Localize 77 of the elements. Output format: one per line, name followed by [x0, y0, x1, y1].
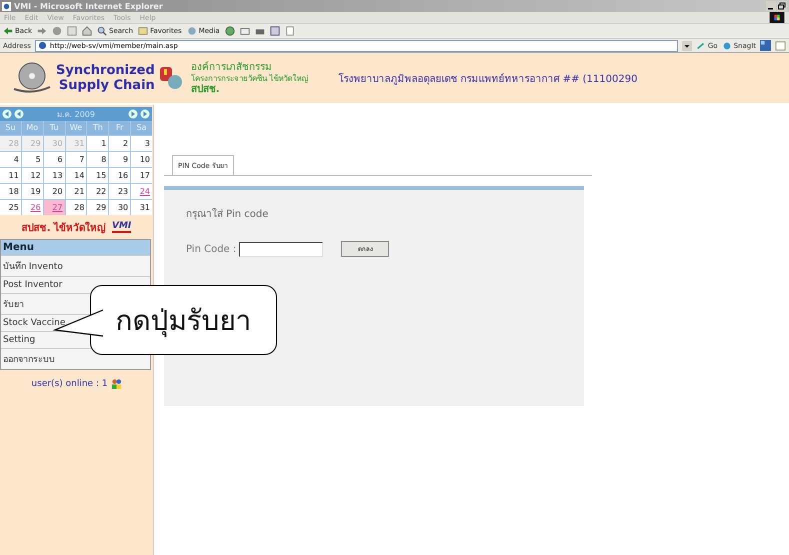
calendar-day[interactable]: 23: [109, 184, 130, 199]
calendar-day[interactable]: 1: [87, 136, 108, 151]
prev-year-icon[interactable]: [2, 109, 12, 119]
online-count: user(s) online : 1: [31, 378, 108, 388]
menu-link[interactable]: Post Inventor: [3, 280, 62, 290]
back-icon: [3, 26, 13, 36]
forward-button[interactable]: [37, 26, 47, 36]
calendar-day[interactable]: 6: [44, 152, 65, 167]
calendar-day[interactable]: 16: [109, 168, 130, 183]
form-prompt: กรุณาใส่ Pin code: [186, 207, 270, 221]
pin-code-label: Pin Code :: [186, 244, 236, 254]
calendar-day[interactable]: 10: [131, 152, 152, 167]
pin-code-field[interactable]: [239, 242, 324, 256]
calendar-day[interactable]: 8: [87, 152, 108, 167]
windows-logo-icon: [769, 12, 785, 23]
forward-icon: [37, 26, 47, 36]
window-title: VMI - Microsoft Internet Explorer: [14, 2, 163, 10]
menu-link[interactable]: รับยา: [3, 300, 24, 310]
weekday-label: Mo: [22, 121, 43, 135]
sidebar-logo-text: สปสช. ไข้หวัดใหญ่: [22, 220, 106, 234]
weekday-label: Sa: [131, 121, 152, 135]
weekday-label: Tu: [44, 121, 65, 135]
logo-text: Synchronized: [56, 63, 155, 78]
weekday-label: Su: [0, 121, 21, 135]
restore-icon[interactable]: [777, 1, 787, 11]
disc-logo-icon: [12, 61, 52, 95]
calendar-day[interactable]: 9: [109, 152, 130, 167]
menu-link[interactable]: Stock Vaccine: [3, 318, 66, 328]
calendar-day[interactable]: 2: [109, 136, 130, 151]
callout-text: กดปุ่มรับยา: [116, 303, 252, 340]
calendar-day[interactable]: 30: [109, 200, 130, 215]
weekday-label: We: [66, 121, 86, 135]
logo-text: Supply Chain: [58, 78, 155, 93]
calendar-day[interactable]: 7: [66, 152, 86, 167]
browser-icon: [2, 2, 11, 10]
next-month-icon[interactable]: [128, 109, 138, 119]
mailbox-icon: [158, 65, 183, 91]
home-button[interactable]: [82, 26, 92, 36]
ball-icon: [722, 40, 732, 50]
calendar-day[interactable]: 17: [131, 168, 152, 183]
calendar-day[interactable]: 14: [66, 168, 86, 183]
calendar-day[interactable]: 18: [0, 184, 21, 199]
calendar-month: ม.ค. 2009: [56, 108, 96, 120]
menu-link[interactable]: บันทึก Invento: [3, 262, 63, 272]
prev-month-icon[interactable]: [14, 109, 24, 119]
menu-title: Menu: [1, 240, 150, 255]
calendar-day[interactable]: 22: [87, 184, 108, 199]
calendar-day[interactable]: 11: [0, 168, 21, 183]
agency-name: สปสช.: [190, 84, 221, 94]
users-icon: [110, 378, 122, 389]
menu-link[interactable]: Setting: [3, 335, 36, 345]
calendar-day[interactable]: 3: [131, 136, 152, 151]
org-name: องค์การเภสัชกรรม: [190, 62, 273, 72]
calendar-day[interactable]: 15: [87, 168, 108, 183]
calendar-day[interactable]: 26: [22, 200, 43, 215]
menu-link[interactable]: ออกจากระบบ: [3, 355, 55, 365]
calendar-day[interactable]: 4: [0, 152, 21, 167]
weekday-label: Fr: [109, 121, 130, 135]
calendar-day[interactable]: 25: [0, 200, 21, 215]
calendar-day[interactable]: 31: [131, 200, 152, 215]
hospital-name: โรงพยาบาลภูมิพลอดุลยเดช กรมแพทย์ทหารอากาศ ## (11100290: [338, 72, 638, 86]
calendar-day[interactable]: 20: [44, 184, 65, 199]
minimize-icon[interactable]: [766, 1, 776, 11]
calendar-day[interactable]: 5: [22, 152, 43, 167]
project-name: โครงการกระจายวัคซีน ไข้หวัดใหญ่: [190, 72, 308, 84]
calendar-day[interactable]: 19: [22, 184, 43, 199]
calendar-day[interactable]: 29: [87, 200, 108, 215]
calendar-day[interactable]: 13: [44, 168, 65, 183]
calendar-day[interactable]: 28: [66, 200, 86, 215]
search-icon: [97, 26, 107, 36]
calendar-day[interactable]: 21: [66, 184, 86, 199]
dropdown-icon[interactable]: [682, 40, 692, 50]
calendar-day[interactable]: 24: [131, 184, 152, 199]
calendar-day[interactable]: 12: [22, 168, 43, 183]
next-year-icon[interactable]: [140, 109, 150, 119]
vmi-logo: VMI: [112, 221, 132, 233]
weekday-label: Th: [87, 121, 108, 135]
